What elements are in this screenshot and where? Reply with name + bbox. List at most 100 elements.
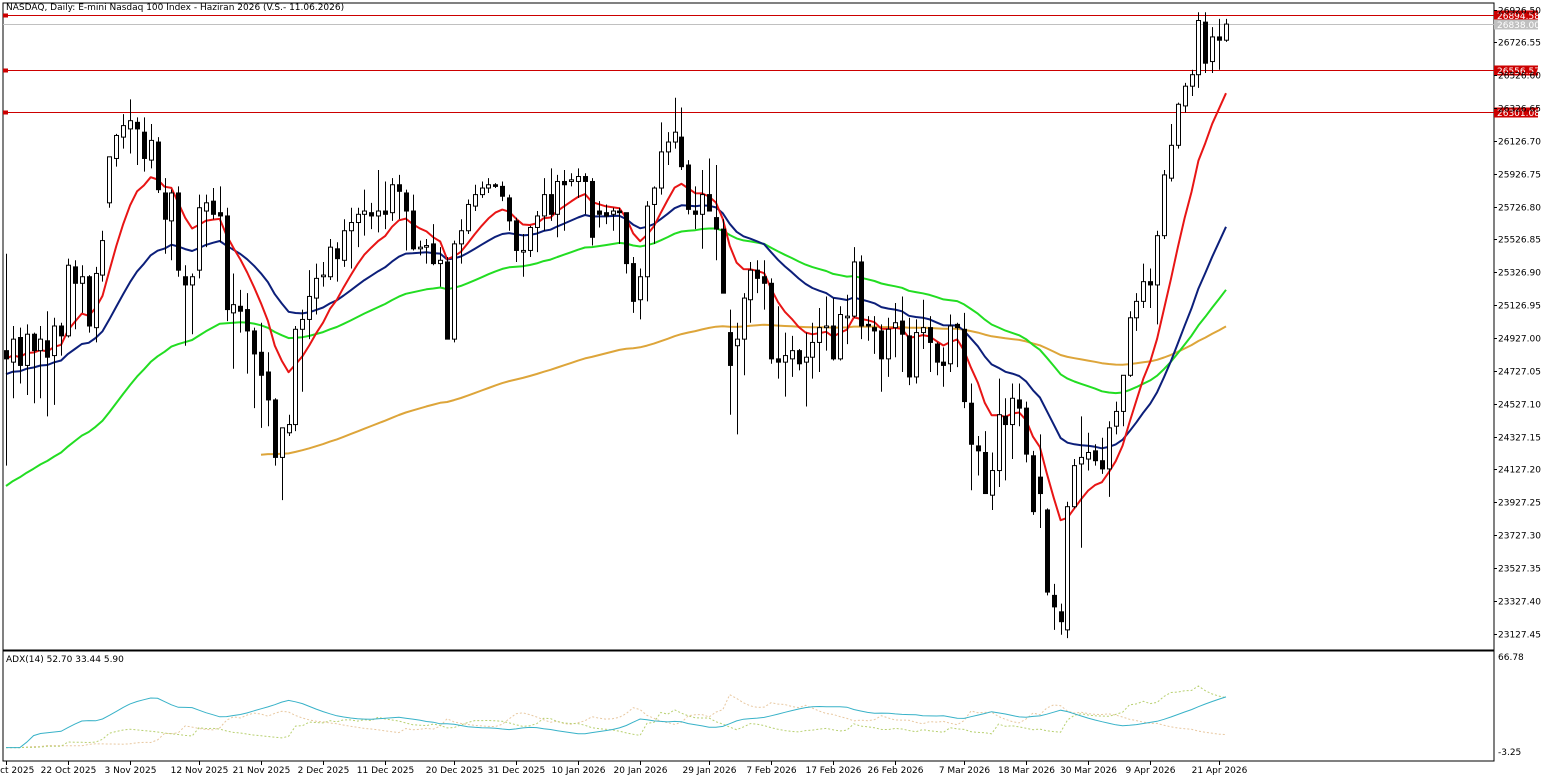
candle-body-bear: [721, 228, 726, 294]
candlestick-chart[interactable]: 26894.5826556.5726301.08 26926.5026726.5…: [0, 0, 1551, 780]
candle-body-bear: [1203, 21, 1208, 64]
candle-body-bear: [1148, 281, 1153, 286]
candle-body-bull: [280, 427, 285, 458]
candle-body-bear: [693, 210, 698, 215]
candle-body-bull: [307, 295, 312, 320]
candle-body-bull: [638, 276, 643, 301]
candle-body-bear: [135, 121, 140, 130]
candle-body-bull: [997, 414, 1002, 472]
candle-body-bear: [590, 180, 595, 238]
candle-body-bull: [80, 276, 85, 284]
candle-body-bull: [804, 356, 809, 363]
candle-body-bull: [1010, 397, 1015, 426]
y-tick-label: 26926.50: [1498, 7, 1541, 17]
candle-body-bull: [521, 249, 526, 253]
candle-body-bear: [183, 276, 188, 286]
candle-body-bull: [300, 318, 305, 330]
candle-body-bear: [142, 131, 147, 159]
candle-body-bear: [445, 261, 450, 340]
candle-body-bull: [948, 325, 953, 365]
candle-body-bull: [390, 184, 395, 214]
candle-body-bull: [1190, 74, 1195, 87]
candle-body-bull: [473, 194, 478, 207]
candle-body-bull: [438, 259, 443, 265]
x-tick-label: 20 Jan 2026: [614, 766, 668, 776]
y-tick-label: 25326.90: [1498, 269, 1541, 279]
candle-body-bull: [66, 264, 71, 337]
candle-body-bear: [955, 323, 960, 329]
candle-body-bear: [500, 185, 505, 197]
x-tick-label: 12 Nov 2025: [171, 766, 229, 776]
candle-body-bull: [652, 187, 657, 205]
candle-body-bull: [1176, 103, 1181, 146]
candle-body-bull: [659, 151, 664, 189]
candle-body-bull: [1107, 427, 1112, 470]
candle-body-bear: [252, 330, 257, 355]
candle-body-bull: [673, 131, 678, 143]
candle: [225, 207, 230, 322]
candle-body-bull: [1079, 456, 1084, 465]
candle-body-bull: [742, 297, 747, 340]
x-tick-label: 22 Oct 2025: [41, 766, 97, 776]
candle-body-bull: [893, 322, 898, 329]
candle-body-bear: [728, 332, 733, 366]
candle-body-bear: [549, 194, 554, 215]
candle-body-bear: [769, 282, 774, 360]
candle-body-bull: [1210, 36, 1215, 63]
candle-body-bull: [748, 269, 753, 301]
candle-body-bear: [797, 350, 802, 365]
candle-body-bear: [1052, 594, 1057, 608]
candle-body-bull: [424, 245, 429, 248]
x-tick-label: 31 Dec 2025: [488, 766, 546, 776]
candle-body-bear: [397, 184, 402, 192]
candle-body-bull: [852, 261, 857, 317]
chart-window[interactable]: 26894.58 26556.57 26301.08 26926.50 26726.5…: [0, 0, 1551, 780]
candle-body-bull: [886, 328, 891, 360]
candle-body-bull: [356, 213, 361, 224]
candle: [176, 186, 181, 277]
adx-tick-label: 66.78: [1498, 653, 1524, 663]
candle-body-bull: [190, 276, 195, 286]
candle-body-bear: [514, 220, 519, 251]
x-tick-label: 7 Mar 2026: [939, 766, 991, 776]
y-tick-label: 23127.45: [1498, 631, 1541, 641]
candle: [590, 178, 595, 246]
candle-body-bear: [935, 343, 940, 363]
x-tick-label: 21 Nov 2025: [233, 766, 291, 776]
candle-body-bull: [817, 327, 822, 343]
candle-body-bull: [11, 338, 16, 363]
candle-body-bear: [1038, 476, 1043, 495]
candle-body-bear: [562, 180, 567, 186]
candle-body-bull: [990, 470, 995, 496]
candle-body-bear: [73, 266, 78, 284]
candle-body-bear: [369, 212, 374, 217]
candle-body-bull: [52, 325, 57, 357]
candle-body-bull: [1162, 174, 1167, 237]
candle-body-bull: [25, 333, 30, 366]
x-tick-label: 29 Jan 2026: [683, 766, 737, 776]
candle-body-bear: [1093, 450, 1098, 462]
candle-body-bear: [1003, 415, 1008, 426]
indicator-label: ADX(14) 52.70 33.44 5.90: [6, 655, 124, 665]
candle: [466, 199, 471, 235]
candle-body-bear: [335, 248, 340, 260]
level-marker: [3, 110, 8, 115]
candle-body-bull: [452, 243, 457, 340]
candle-body-bull: [1155, 235, 1160, 286]
x-tick-label: 20 Dec 2025: [426, 766, 484, 776]
candle-body-bull: [666, 141, 671, 153]
candle: [293, 326, 298, 432]
candle: [769, 278, 774, 364]
y-tick-label: 24727.05: [1498, 368, 1541, 378]
candle-body-bull: [700, 194, 705, 215]
candle: [1072, 459, 1077, 509]
price-axis: 26926.50 26726.55 26526.60 26326.65 26126.70…: [1494, 7, 1541, 641]
candle-body-bear: [45, 340, 50, 358]
candle-body-bull: [845, 315, 850, 319]
candle-body-bull: [121, 125, 126, 138]
candle-body-bull: [169, 192, 174, 222]
level-marker: [3, 68, 8, 73]
candle: [1162, 169, 1167, 239]
candle-body-bull: [362, 210, 367, 215]
candle-body-bear: [507, 197, 512, 222]
